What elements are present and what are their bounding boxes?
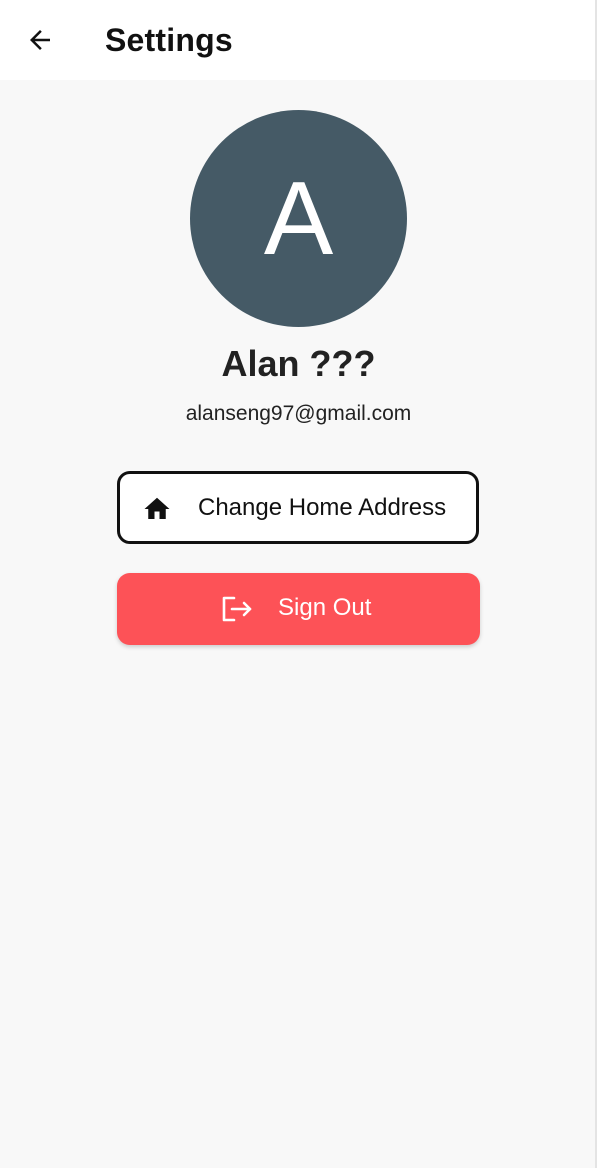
logout-icon <box>219 593 253 625</box>
arrow-left-icon <box>25 25 55 55</box>
page-title: Settings <box>105 22 233 58</box>
settings-content: A Alan ??? alanseng97@gmail.com Change H… <box>0 80 595 1168</box>
home-icon <box>141 494 173 524</box>
app-bar: Settings <box>0 0 595 80</box>
change-home-address-button[interactable]: Change Home Address <box>117 471 479 544</box>
user-name: Alan ??? <box>221 343 376 384</box>
sign-out-button[interactable]: Sign Out <box>117 573 480 645</box>
avatar: A <box>190 110 407 327</box>
back-button[interactable] <box>18 18 62 62</box>
user-email: alanseng97@gmail.com <box>185 402 412 425</box>
change-home-address-label: Change Home Address <box>198 494 447 521</box>
sign-out-label: Sign Out <box>278 594 372 621</box>
